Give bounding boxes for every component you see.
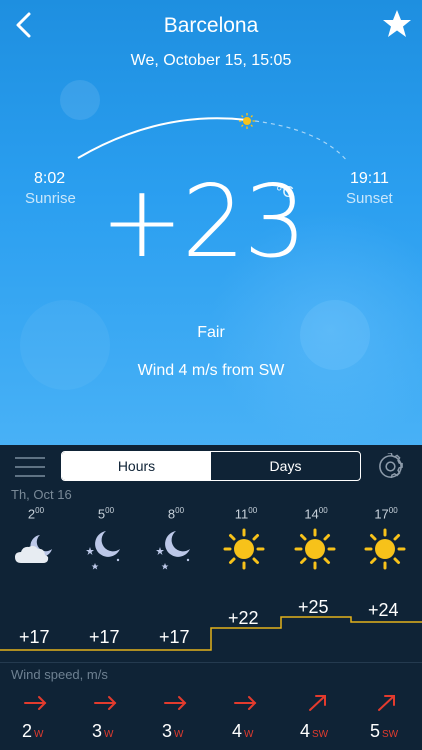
hour-label: 800 — [167, 506, 185, 522]
wind-speed-value: 4 SW — [300, 721, 329, 741]
temperature-value: +25 — [298, 597, 329, 617]
clear-night-icon — [156, 531, 190, 570]
temperature-value: +22 — [228, 608, 259, 628]
wind-speed-value: 3W — [92, 721, 114, 741]
view-toggle: Hours Days — [61, 451, 361, 481]
wind-description: Wind 4 m/s from SW — [137, 362, 285, 379]
sun-icon — [294, 528, 336, 570]
tab-hours[interactable]: Hours — [62, 452, 211, 480]
wind-speed-value: 3W — [162, 721, 184, 741]
divider — [0, 662, 422, 663]
menu-icon[interactable] — [15, 457, 45, 479]
sun-icon — [223, 528, 265, 570]
forecast-panel: Hours Days Th, Oct 16 200 500 800 1100 1… — [0, 445, 422, 750]
sunset-label: Sunset — [346, 190, 393, 207]
hour-label: 1100 — [234, 506, 258, 522]
sunrise-label: Sunrise — [25, 190, 76, 207]
sun-position-icon — [239, 113, 255, 129]
wind-arrow-icon — [234, 696, 257, 710]
temperature-step-line — [0, 616, 422, 651]
wind-speed-value: 2W — [22, 721, 44, 741]
wind-speed-value: 5 SW — [370, 721, 399, 741]
temperature-value: +17 — [159, 627, 190, 647]
wind-speed-value: 4W — [232, 721, 254, 741]
current-temperature: +23 — [100, 163, 307, 280]
temperature-value: +17 — [19, 627, 50, 647]
hour-label: 1700 — [374, 506, 398, 522]
hour-label: 1400 — [304, 506, 328, 522]
wind-arrow-icon — [24, 696, 47, 710]
wind-arrow-icon — [309, 695, 326, 711]
weather-condition: Fair — [197, 324, 225, 341]
sunset-time: 19:11 — [350, 170, 389, 187]
wind-speed-label: Wind speed, m/s — [11, 667, 108, 682]
tab-days[interactable]: Days — [211, 452, 360, 480]
wind-arrow-icon — [378, 695, 395, 711]
clear-night-icon — [86, 531, 120, 570]
wind-arrow-icon — [164, 696, 187, 710]
hour-label: 200 — [27, 506, 45, 522]
temperature-unit: °C — [276, 184, 294, 201]
sunrise-time: 8:02 — [34, 170, 66, 187]
cloudy-night-icon — [15, 535, 52, 563]
hour-label: 500 — [97, 506, 115, 522]
temperature-value: +24 — [368, 600, 399, 620]
sun-icon — [364, 528, 406, 570]
forecast-day: Th, Oct 16 — [11, 487, 72, 502]
weather-hero: Barcelona We, October 15, 15:05 8:02 Sun… — [0, 0, 422, 445]
gear-icon[interactable] — [377, 453, 404, 480]
wind-arrow-icon — [94, 696, 117, 710]
temperature-value: +17 — [89, 627, 120, 647]
